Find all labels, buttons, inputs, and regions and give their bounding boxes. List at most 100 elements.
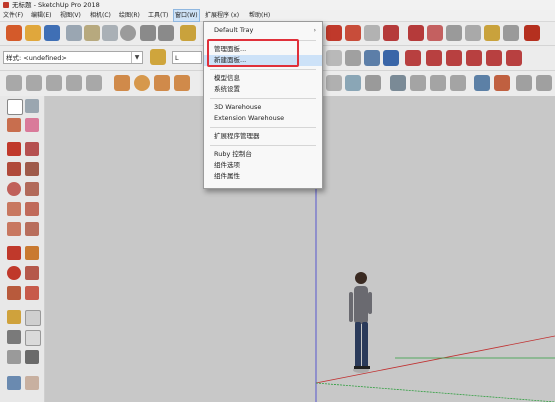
undo-icon[interactable] [140,25,156,41]
menu-item-component-options[interactable]: 组件选项 [204,160,322,171]
3d-text-icon[interactable] [25,350,39,364]
rotate-icon[interactable] [7,266,21,280]
warehouse-icon[interactable] [326,25,342,41]
paint-bucket-icon[interactable] [494,75,510,91]
menu-item-extension-warehouse[interactable]: Extension Warehouse [204,113,322,124]
style-combobox[interactable]: 样式: <undefined> ▼ [3,51,143,64]
home-view-icon[interactable] [6,75,22,91]
trim-icon[interactable] [466,50,482,66]
rotated-rectangle-icon[interactable] [25,162,39,176]
update-scene-icon[interactable] [536,75,552,91]
push-pull-tool-icon[interactable] [25,246,39,260]
photo-match-icon[interactable] [474,75,490,91]
subtract-icon[interactable] [446,50,462,66]
scene-2-icon[interactable] [390,75,406,91]
make-component-icon[interactable] [25,99,39,113]
save-icon[interactable] [44,25,60,41]
axes-tool-icon[interactable] [7,350,21,364]
select-arrow-icon[interactable] [7,99,23,115]
scene-5-icon[interactable] [450,75,466,91]
menu-item-component-attributes[interactable]: 组件属性 [204,171,322,182]
offset-icon[interactable] [25,286,39,300]
top-view-icon[interactable] [46,75,62,91]
push-pull-icon[interactable] [114,75,130,91]
axes-icon[interactable] [465,25,481,41]
new-model-icon[interactable] [6,25,22,41]
person-figure[interactable] [349,272,372,373]
shaded-icon[interactable] [326,50,342,66]
section-cut-icon[interactable] [427,25,443,41]
menu-item-ruby-console[interactable]: Ruby 控制台 [204,149,322,160]
menu-draw[interactable]: 绘图(R) [118,10,141,21]
front-view-icon[interactable] [66,75,82,91]
erase-icon[interactable] [120,25,136,41]
pie-icon[interactable] [25,222,39,236]
arc-icon[interactable] [7,202,21,216]
menu-extensions[interactable]: 扩展程序 (x) [204,10,240,21]
scene-3-icon[interactable] [410,75,426,91]
cut-icon[interactable] [66,25,82,41]
text-tool-icon[interactable] [174,75,190,91]
guide-icon[interactable] [503,25,519,41]
layer-combobox[interactable]: L [172,51,202,64]
scene-4-icon[interactable] [430,75,446,91]
solid-tools-icon[interactable] [405,50,421,66]
union-icon[interactable] [426,50,442,66]
share-model-icon[interactable] [345,25,361,41]
three-point-arc-icon[interactable] [7,222,21,236]
menu-item-default-tray[interactable]: Default Tray › [204,25,322,36]
orbit-icon[interactable] [7,376,21,390]
scene-1-icon[interactable] [365,75,381,91]
right-view-icon[interactable] [86,75,102,91]
menu-tools[interactable]: 工具(T) [147,10,169,21]
wireframe-icon[interactable] [345,50,361,66]
polygon-icon[interactable] [25,182,39,196]
open-folder-icon[interactable] [25,25,41,41]
menu-item-model-info[interactable]: 模型信息 [204,73,322,84]
intersect-icon[interactable] [486,50,502,66]
menu-item-3d-warehouse[interactable]: 3D Warehouse [204,102,322,113]
menu-item-preferences[interactable]: 系统设置 [204,84,322,95]
ruby-console-icon[interactable] [524,25,540,41]
follow-me-icon[interactable] [25,266,39,280]
menu-help[interactable]: 帮助(H) [248,10,271,21]
triangle-tool-icon[interactable] [154,75,170,91]
extension-warehouse-icon[interactable] [364,25,380,41]
two-point-arc-icon[interactable] [25,202,39,216]
text-label-icon[interactable] [25,330,41,346]
dimension-icon[interactable] [25,310,41,326]
outline-icon[interactable] [326,75,342,91]
protractor-icon[interactable] [7,330,21,344]
sandbox-icon[interactable] [345,75,361,91]
menu-item-extension-manager[interactable]: 扩展程序管理器 [204,131,322,142]
menu-file[interactable]: 文件(F) [2,10,24,21]
circle-icon[interactable] [7,182,21,196]
layer-manager-icon[interactable] [150,49,166,65]
circle-tool-icon[interactable] [134,75,150,91]
menu-edit[interactable]: 编辑(E) [30,10,52,21]
scale-icon[interactable] [7,286,21,300]
tape-measure-icon[interactable] [484,25,500,41]
layout-icon[interactable] [383,25,399,41]
chevron-down-icon[interactable]: ▼ [131,52,142,63]
section-plane-icon[interactable] [408,25,424,41]
paint-bucket-tool-icon[interactable] [7,118,21,132]
menu-view[interactable]: 视图(V) [59,10,82,21]
print-icon[interactable] [180,25,196,41]
paste-icon[interactable] [102,25,118,41]
eraser-icon[interactable] [25,118,39,132]
textures-icon[interactable] [364,50,380,66]
move-icon[interactable] [7,246,21,260]
copy-icon[interactable] [84,25,100,41]
rectangle-icon[interactable] [7,162,21,176]
pan-icon[interactable] [25,376,39,390]
add-scene-icon[interactable] [516,75,532,91]
freehand-icon[interactable] [25,142,39,156]
menu-camera[interactable]: 相机(C) [89,10,112,21]
line-tool-icon[interactable] [7,142,21,156]
menu-window[interactable]: 窗口(W) [173,9,200,22]
iso-view-icon[interactable] [26,75,42,91]
tape-measure-tool-icon[interactable] [7,310,21,324]
section-fill-icon[interactable] [446,25,462,41]
monochrome-icon[interactable] [383,50,399,66]
